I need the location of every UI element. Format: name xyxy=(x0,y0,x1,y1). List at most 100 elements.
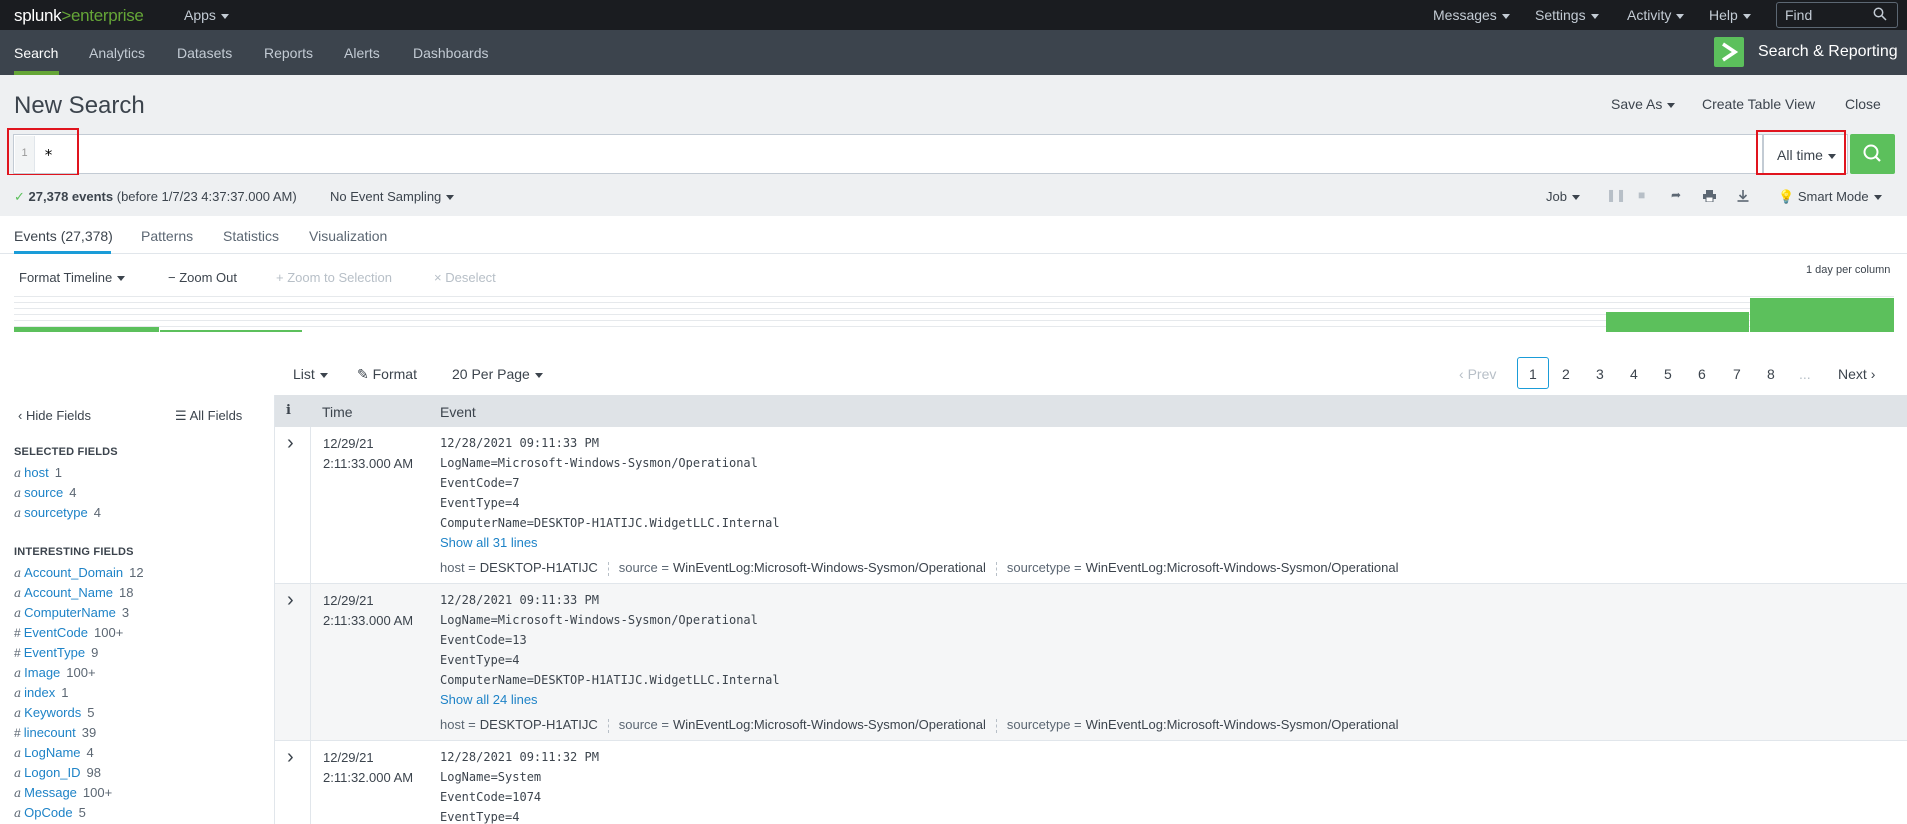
tab-datasets[interactable]: Datasets xyxy=(177,45,232,61)
all-fields-button[interactable]: ☰ All Fields xyxy=(175,408,242,424)
app-title[interactable]: Search & Reporting xyxy=(1758,43,1898,61)
settings-menu[interactable]: Settings xyxy=(1535,7,1599,23)
sourcetype-field[interactable]: sourcetype = WinEventLog:Microsoft-Window… xyxy=(1007,717,1399,732)
deselect-button[interactable]: × Deselect xyxy=(434,270,496,285)
chevron-left-icon: ‹ xyxy=(1459,366,1464,382)
source-field[interactable]: source = WinEventLog:Microsoft-Windows-Sy… xyxy=(619,717,986,732)
page-6-button[interactable]: 6 xyxy=(1698,366,1706,382)
timeline-bar[interactable] xyxy=(1750,298,1894,332)
page-4-button[interactable]: 4 xyxy=(1630,366,1638,382)
zoom-out-button[interactable]: − Zoom Out xyxy=(168,270,237,285)
field-keywords[interactable]: a Keywords 5 xyxy=(14,705,94,720)
host-field[interactable]: host = DESKTOP-H1ATIJC xyxy=(440,717,598,732)
sourcetype-field[interactable]: sourcetype = WinEventLog:Microsoft-Window… xyxy=(1007,560,1399,575)
print-icon[interactable] xyxy=(1703,190,1716,202)
page-1-button[interactable]: 1 xyxy=(1529,366,1537,382)
field-type-icon: a xyxy=(14,706,22,720)
event-timeline[interactable] xyxy=(14,296,1894,332)
tab-search[interactable]: Search xyxy=(14,45,58,61)
field-account-domain[interactable]: a Account_Domain 12 xyxy=(14,565,144,580)
field-message[interactable]: a Message 100+ xyxy=(14,785,112,800)
format-timeline-button[interactable]: Format Timeline xyxy=(19,270,126,285)
activity-menu[interactable]: Activity xyxy=(1627,7,1685,23)
share-icon[interactable]: ➦ xyxy=(1671,188,1681,202)
messages-menu[interactable]: Messages xyxy=(1433,7,1510,23)
help-menu[interactable]: Help xyxy=(1709,7,1751,23)
tab-reports[interactable]: Reports xyxy=(264,45,313,61)
field-index[interactable]: a index 1 xyxy=(14,685,68,700)
host-field[interactable]: host = DESKTOP-H1ATIJC xyxy=(440,560,598,575)
create-table-view-button[interactable]: Create Table View xyxy=(1702,96,1815,112)
field-linecount[interactable]: # linecount 39 xyxy=(14,725,96,740)
event-metadata: host = DESKTOP-H1ATIJC source = WinEventLog… xyxy=(440,717,1398,733)
active-tab-indicator xyxy=(14,251,111,254)
search-input[interactable] xyxy=(13,134,1763,174)
page-8-button[interactable]: 8 xyxy=(1767,366,1775,382)
field-logname[interactable]: a LogName 4 xyxy=(14,745,94,760)
export-icon[interactable] xyxy=(1737,190,1749,202)
apps-menu[interactable]: Apps xyxy=(184,7,229,23)
chevron-down-icon xyxy=(1676,13,1685,19)
field-eventcode[interactable]: # EventCode 100+ xyxy=(14,625,123,640)
prev-page-button[interactable]: ‹ Prev xyxy=(1459,366,1496,382)
stop-icon[interactable]: ■ xyxy=(1638,188,1645,202)
timeline-bar[interactable] xyxy=(160,330,302,332)
per-page-dropdown[interactable]: 20 Per Page xyxy=(452,366,543,382)
field-logon-id[interactable]: a Logon_ID 98 xyxy=(14,765,101,780)
field-image[interactable]: a Image 100+ xyxy=(14,665,96,680)
page-5-button[interactable]: 5 xyxy=(1664,366,1672,382)
field-type-icon: a xyxy=(14,466,22,480)
page-7-button[interactable]: 7 xyxy=(1733,366,1741,382)
event-time[interactable]: 12/29/21 2:11:33.000 AM xyxy=(323,434,413,474)
source-field[interactable]: source = WinEventLog:Microsoft-Windows-Sy… xyxy=(619,560,986,575)
chevron-left-icon: ‹ xyxy=(18,408,23,423)
list-icon: ☰ xyxy=(175,408,187,423)
show-all-lines-link[interactable]: Show all 31 lines xyxy=(440,535,538,550)
timeline-bar[interactable] xyxy=(1606,312,1749,332)
show-all-lines-link[interactable]: Show all 24 lines xyxy=(440,692,538,707)
field-type-icon: a xyxy=(14,766,22,780)
event-time[interactable]: 12/29/21 2:11:33.000 AM xyxy=(323,591,413,631)
tab-patterns[interactable]: Patterns xyxy=(141,228,193,244)
field-computername[interactable]: a ComputerName 3 xyxy=(14,605,129,620)
chevron-right-icon[interactable]: › xyxy=(287,433,294,453)
page-3-button[interactable]: 3 xyxy=(1596,366,1604,382)
field-sourcetype[interactable]: a sourcetype 4 xyxy=(14,505,101,520)
field-type-icon: a xyxy=(14,746,22,760)
tab-dashboards[interactable]: Dashboards xyxy=(413,45,489,61)
tab-visualization[interactable]: Visualization xyxy=(309,228,387,244)
field-type-icon: a xyxy=(14,806,22,820)
pause-icon[interactable]: ❚❚ xyxy=(1606,188,1626,202)
time-column-header[interactable]: Time xyxy=(322,404,353,420)
event-time[interactable]: 12/29/21 2:11:32.000 AM xyxy=(323,748,413,788)
timeline-bar[interactable] xyxy=(14,327,159,332)
selected-fields-heading: SELECTED FIELDS xyxy=(14,446,118,458)
field-eventtype[interactable]: # EventType 9 xyxy=(14,645,98,660)
chevron-right-icon[interactable]: › xyxy=(287,590,294,610)
tab-statistics[interactable]: Statistics xyxy=(223,228,279,244)
field-host[interactable]: a host 1 xyxy=(14,465,62,480)
tab-events[interactable]: Events (27,378) xyxy=(14,228,113,244)
hide-fields-button[interactable]: ‹ Hide Fields xyxy=(18,408,91,423)
event-line: 12/28/2021 09:11:33 PM xyxy=(440,436,599,450)
job-menu[interactable]: Job xyxy=(1546,189,1580,204)
tab-analytics[interactable]: Analytics xyxy=(89,45,145,61)
page-2-button[interactable]: 2 xyxy=(1562,366,1570,382)
list-view-dropdown[interactable]: List xyxy=(293,366,328,382)
event-line: 12/28/2021 09:11:32 PM xyxy=(440,750,599,764)
chevron-right-icon[interactable]: › xyxy=(287,747,294,767)
search-mode-menu[interactable]: 💡 Smart Mode xyxy=(1778,189,1882,205)
field-source[interactable]: a source 4 xyxy=(14,485,76,500)
zoom-to-selection-button[interactable]: + Zoom to Selection xyxy=(276,270,392,285)
format-button[interactable]: ✎ Format xyxy=(357,366,417,383)
event-sampling-dropdown[interactable]: No Event Sampling xyxy=(330,189,455,204)
next-page-button[interactable]: Next › xyxy=(1838,366,1875,382)
search-button[interactable] xyxy=(1850,134,1895,174)
tab-alerts[interactable]: Alerts xyxy=(344,45,380,61)
close-button[interactable]: Close xyxy=(1845,96,1881,112)
save-as-button[interactable]: Save As xyxy=(1611,96,1676,112)
field-opcode[interactable]: a OpCode 5 xyxy=(14,805,86,820)
event-line: EventType=4 xyxy=(440,810,520,824)
splunk-logo[interactable]: splunk>enterprise xyxy=(14,6,144,26)
field-account-name[interactable]: a Account_Name 18 xyxy=(14,585,134,600)
